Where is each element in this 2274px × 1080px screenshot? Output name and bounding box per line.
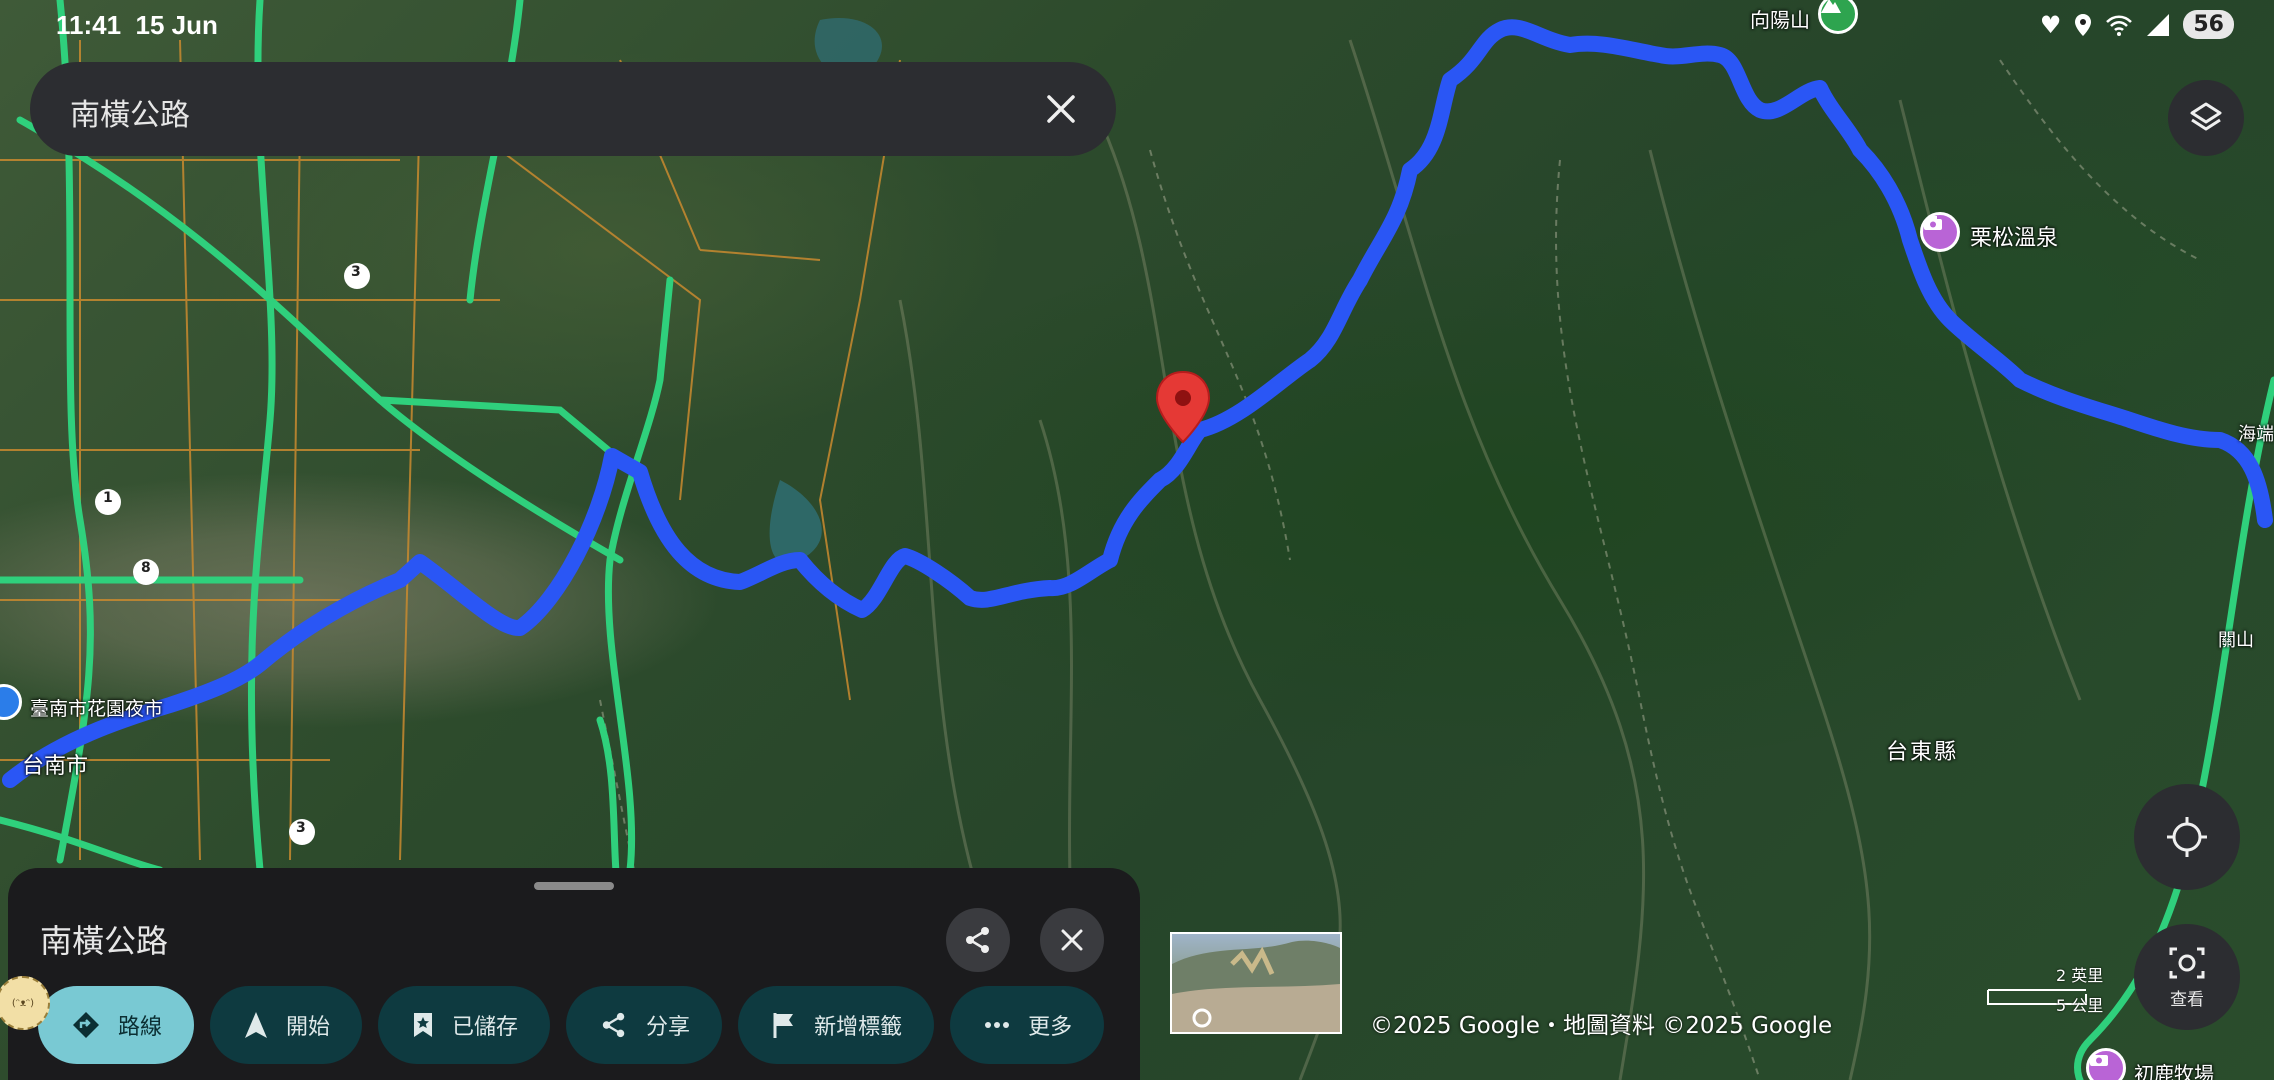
share-icon <box>602 1012 625 1038</box>
camera-lens-icon <box>2169 947 2205 978</box>
place-bottom-sheet[interactable]: 南橫公路 路線 開始 已儲存 分享 新增標籤 更多 <box>8 868 1140 1080</box>
saved-label: 已儲存 <box>452 1015 519 1040</box>
action-chips: 路線 開始 已儲存 分享 新增標籤 更多 <box>38 986 1105 1064</box>
share-chip-button[interactable]: 分享 <box>566 986 723 1064</box>
directions-icon <box>73 1012 99 1038</box>
street-view-thumbnail[interactable] <box>1170 932 1342 1034</box>
lens-view-label: 查看 <box>2170 989 2204 1010</box>
ranch-poi-icon[interactable] <box>2086 1048 2126 1080</box>
share-label: 分享 <box>646 1015 691 1040</box>
more-button[interactable]: 更多 <box>950 986 1105 1064</box>
bookmark-icon <box>414 1013 433 1037</box>
map-copyright: ©2025 Google・地圖資料 ©2025 Google <box>1370 1013 1833 1039</box>
drag-handle[interactable] <box>534 882 614 890</box>
clear-search-button[interactable] <box>1030 78 1092 140</box>
search-bar[interactable]: 南橫公路 <box>30 62 1116 156</box>
close-icon <box>1061 929 1083 951</box>
directions-button[interactable]: 路線 <box>38 986 195 1064</box>
place-title: 南橫公路 <box>40 922 169 960</box>
label-tainan-city: 台南市 <box>22 754 89 779</box>
layers-button[interactable] <box>2168 80 2244 156</box>
directions-label: 路線 <box>118 1015 163 1040</box>
signal-icon <box>2147 13 2170 36</box>
start-button[interactable]: 開始 <box>210 986 363 1064</box>
navigation-arrow-icon <box>245 1012 268 1038</box>
battery-indicator: 56 <box>2183 10 2234 39</box>
label-chulu-ranch[interactable]: 初鹿牧場 <box>2134 1058 2214 1080</box>
start-label: 開始 <box>286 1015 331 1040</box>
flag-icon <box>773 1013 794 1038</box>
more-icon <box>985 1022 1010 1028</box>
scale-km: 5 公里 <box>2056 996 2104 1015</box>
layers-icon <box>2190 102 2222 131</box>
status-bar: 11:41 15 Jun ♥ 56 <box>0 6 2274 46</box>
scale-miles: 2 英里 <box>2056 966 2104 985</box>
label-lisong-hot-spring[interactable]: 栗松溫泉 <box>1970 220 2058 252</box>
share-round-button[interactable] <box>946 908 1010 972</box>
location-status-icon <box>2075 13 2092 36</box>
status-icons: ♥ 56 <box>2040 10 2234 39</box>
heart-icon: ♥ <box>2039 10 2062 39</box>
lens-view-button[interactable]: 查看 <box>2134 924 2240 1030</box>
status-time: 11:41 15 Jun <box>56 10 218 40</box>
wifi-icon <box>2106 15 2133 36</box>
road-shield-3-bottom: 3 <box>296 820 306 836</box>
close-sheet-button[interactable] <box>1040 908 1104 972</box>
label-tainan-night-market[interactable]: 臺南市花園夜市 <box>30 694 163 721</box>
label-taitung-county: 台東縣 <box>1886 740 1959 765</box>
label-haiduan[interactable]: 海端 <box>2238 420 2274 446</box>
add-label-text: 新增標籤 <box>814 1015 903 1040</box>
close-icon <box>1047 95 1075 123</box>
road-shield-3-top: 3 <box>351 264 361 280</box>
road-shield-8: 8 <box>141 560 151 576</box>
more-label: 更多 <box>1028 1015 1073 1040</box>
search-query[interactable]: 南橫公路 <box>70 90 190 134</box>
crosshair-icon <box>2167 817 2207 857</box>
label-guanshan[interactable]: 關山 <box>2218 626 2254 652</box>
hot-spring-poi-icon[interactable] <box>1920 212 1960 252</box>
road-shield-1: 1 <box>103 490 113 506</box>
status-date: 15 Jun <box>135 10 218 40</box>
share-icon <box>966 927 989 953</box>
add-label-button[interactable]: 新增標籤 <box>738 986 935 1064</box>
street-view-image <box>1172 940 1340 1032</box>
my-location-button[interactable] <box>2134 784 2240 890</box>
saved-button[interactable]: 已儲存 <box>378 986 551 1064</box>
